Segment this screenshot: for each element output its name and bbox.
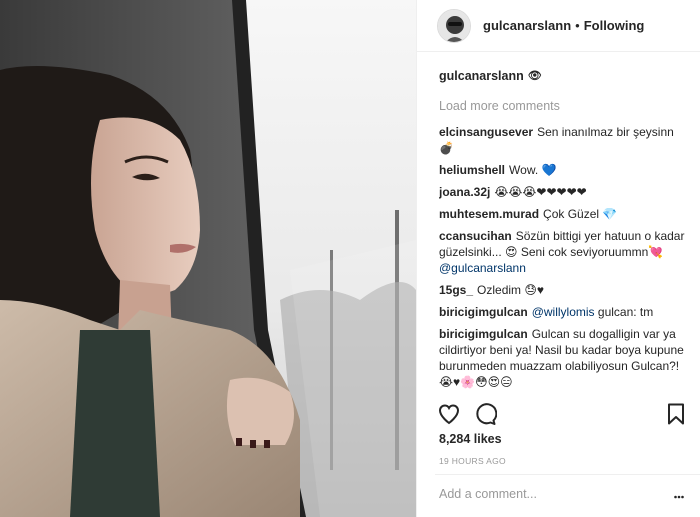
comment-text: Wow. 💙 [509, 163, 557, 177]
caption-username[interactable]: gulcanarslann [439, 68, 524, 84]
caption: gulcanarslann 👁 [439, 68, 688, 84]
comment-item: ccansucihan Sözün bittigi yer hatuun o ka… [439, 228, 688, 276]
comment-username[interactable]: 15gs_ [439, 283, 473, 297]
comment-item: muhtesem.murad Çok Güzel 💎 [439, 206, 688, 222]
comment-item: elcinsangusever Sen inanılmaz bir şeysinn… [439, 124, 688, 156]
comment-text: 😭😭😭❤❤❤❤❤ [494, 185, 587, 199]
comment-username[interactable]: biricigimgulcan [439, 305, 528, 319]
username-link[interactable]: gulcanarslann [483, 18, 571, 33]
eye-emoji: 👁 [527, 69, 542, 82]
divider [435, 474, 700, 475]
comment-item: joana.32j 😭😭😭❤❤❤❤❤ [439, 184, 688, 200]
action-bar [437, 400, 688, 428]
heart-icon[interactable] [437, 402, 461, 426]
load-more-comments[interactable]: Load more comments [439, 98, 688, 114]
comment-icon[interactable] [473, 402, 497, 426]
post-sidebar: gulcanarslann • Following gulcanarslann … [416, 0, 700, 517]
comment-item: biricigimgulcan Gulcan su dogalligin var … [439, 326, 688, 390]
post-header: gulcanarslann • Following [417, 0, 700, 52]
comment-item: biricigimgulcan @willylomis gulcan: tm [439, 304, 688, 320]
separator-dot: • [575, 18, 580, 33]
bookmark-icon[interactable] [664, 402, 688, 426]
post-timestamp: 19 HOURS AGO [439, 456, 506, 466]
comment-username[interactable]: joana.32j [439, 185, 490, 199]
avatar[interactable] [437, 8, 471, 43]
comment-text: Ozledim 😓♥ [477, 283, 545, 297]
comment-text: Çok Güzel 💎 [543, 207, 618, 221]
post-image [0, 0, 416, 517]
post-photo[interactable] [0, 0, 416, 517]
following-button[interactable]: Following [584, 18, 645, 33]
comment-item: 15gs_ Ozledim 😓♥ [439, 282, 688, 298]
comment-text: gulcan: tm [597, 305, 654, 319]
comment-username[interactable]: biricigimgulcan [439, 327, 528, 341]
comment-username[interactable]: muhtesem.murad [439, 207, 539, 221]
avatar-image [438, 9, 470, 42]
comment-username[interactable]: heliumshell [439, 163, 505, 177]
comment-username[interactable]: elcinsangusever [439, 125, 533, 139]
comment-mention[interactable]: @willylomis [532, 305, 595, 319]
comment-item: heliumshell Wow. 💙 [439, 162, 688, 178]
add-comment-input[interactable] [439, 487, 660, 501]
comment-mention[interactable]: @gulcanarslann [439, 261, 526, 275]
likes-count[interactable]: 8,284 likes [439, 432, 502, 446]
more-options-icon[interactable] [674, 492, 684, 502]
comment-username[interactable]: ccansucihan [439, 229, 512, 243]
comments-list: gulcanarslann 👁 Load more comments elcin… [439, 68, 688, 396]
